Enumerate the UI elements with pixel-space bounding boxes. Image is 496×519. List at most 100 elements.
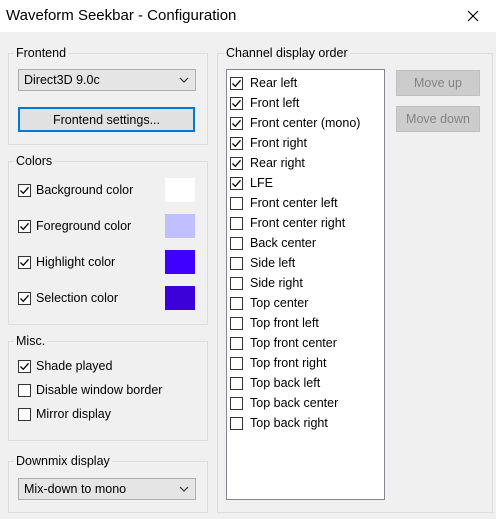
channel-checkbox[interactable] <box>230 237 243 250</box>
frontend-settings-button[interactable]: Frontend settings... <box>18 107 195 132</box>
channel-list-item[interactable]: Top back center <box>227 394 381 414</box>
channel-list-item[interactable]: Top front left <box>227 314 381 334</box>
channel-checkbox[interactable] <box>230 317 243 330</box>
channel-list-item[interactable]: Top back right <box>227 414 381 434</box>
color-swatch[interactable] <box>164 213 196 239</box>
frontend-select[interactable]: Direct3D 9.0c <box>18 69 196 91</box>
color-checkbox[interactable] <box>18 220 31 233</box>
channel-list-item[interactable]: Rear left <box>227 74 381 94</box>
checkmark-icon <box>232 139 241 148</box>
channel-checkbox[interactable] <box>230 77 243 90</box>
misc-group-label: Misc. <box>14 334 48 348</box>
channel-list-item[interactable]: Side right <box>227 274 381 294</box>
channel-checkbox[interactable] <box>230 337 243 350</box>
checkmark-icon <box>232 79 241 88</box>
color-checkbox[interactable] <box>18 256 31 269</box>
window-title: Waveform Seekbar - Configuration <box>6 7 237 24</box>
checkmark-icon <box>232 119 241 128</box>
misc-checkbox[interactable] <box>18 360 31 373</box>
channel-list-item[interactable]: Front center right <box>227 214 381 234</box>
channel-label: LFE <box>250 176 273 190</box>
channel-checkbox[interactable] <box>230 357 243 370</box>
color-label: Highlight color <box>36 255 116 269</box>
channel-checkbox[interactable] <box>230 397 243 410</box>
frontend-settings-label: Frontend settings... <box>52 112 160 127</box>
channel-label: Top front left <box>250 316 319 330</box>
move-up-button[interactable]: Move up <box>396 70 480 96</box>
channel-list-item[interactable]: Top center <box>227 294 381 314</box>
channel-label: Back center <box>250 236 317 250</box>
channel-checkbox[interactable] <box>230 417 243 430</box>
channel-list-item[interactable]: Front center (mono) <box>227 114 381 134</box>
checkmark-icon <box>20 258 29 267</box>
channel-list-item[interactable]: Back center <box>227 234 381 254</box>
channel-list-item[interactable]: Side left <box>227 254 381 274</box>
color-label: Background color <box>36 183 134 197</box>
channel-checkbox[interactable] <box>230 377 243 390</box>
frontend-select-value: Direct3D 9.0c <box>24 73 100 87</box>
checkmark-icon <box>232 159 241 168</box>
chevron-down-icon <box>179 77 189 83</box>
misc-label: Shade played <box>36 359 113 373</box>
channel-label: Front left <box>250 96 300 110</box>
channel-checkbox[interactable] <box>230 137 243 150</box>
channel-list-item[interactable]: Rear right <box>227 154 381 174</box>
chevron-down-icon <box>179 486 189 492</box>
channel-label: Rear left <box>250 76 298 90</box>
checkmark-icon <box>20 186 29 195</box>
move-down-button[interactable]: Move down <box>396 106 480 132</box>
close-button[interactable] <box>450 0 496 32</box>
channel-label: Side right <box>250 276 303 290</box>
channel-list-item[interactable]: Top front right <box>227 354 381 374</box>
color-swatch[interactable] <box>164 249 196 275</box>
channel-label: Front center left <box>250 196 338 210</box>
channel-label: Side left <box>250 256 296 270</box>
downmix-select-value: Mix-down to mono <box>24 482 127 496</box>
channel-list-item[interactable]: Front left <box>227 94 381 114</box>
checkmark-icon <box>232 99 241 108</box>
channel-label: Top center <box>250 296 309 310</box>
checkmark-icon <box>20 294 29 303</box>
channel-checkbox[interactable] <box>230 297 243 310</box>
misc-checkbox[interactable] <box>18 408 31 421</box>
channels-group-label: Channel display order <box>224 46 350 60</box>
channel-label: Front center (mono) <box>250 116 361 130</box>
channel-list-item[interactable]: LFE <box>227 174 381 194</box>
channel-label: Top back center <box>250 396 339 410</box>
downmix-group-label: Downmix display <box>14 454 112 468</box>
channel-list-item[interactable]: Front right <box>227 134 381 154</box>
channel-list-item[interactable]: Top back left <box>227 374 381 394</box>
downmix-select[interactable]: Mix-down to mono <box>18 478 196 500</box>
channel-label: Front center right <box>250 216 346 230</box>
channel-checkbox[interactable] <box>230 117 243 130</box>
misc-label: Disable window border <box>36 383 163 397</box>
channel-list-item[interactable]: Front center left <box>227 194 381 214</box>
channel-checkbox[interactable] <box>230 97 243 110</box>
misc-label: Mirror display <box>36 407 112 421</box>
channel-label: Top front right <box>250 356 327 370</box>
checkmark-icon <box>232 179 241 188</box>
channel-list[interactable]: Rear left Front left Front center (mono) Fr… <box>226 69 385 500</box>
color-checkbox[interactable] <box>18 184 31 197</box>
channel-checkbox[interactable] <box>230 257 243 270</box>
channel-checkbox[interactable] <box>230 197 243 210</box>
frontend-group-label: Frontend <box>14 46 69 60</box>
color-checkbox[interactable] <box>18 292 31 305</box>
channel-label: Front right <box>250 136 307 150</box>
checkmark-icon <box>20 222 29 231</box>
channel-label: Rear right <box>250 156 305 170</box>
channel-label: Top front center <box>250 336 337 350</box>
color-label: Foreground color <box>36 219 132 233</box>
move-down-label: Move down <box>406 112 470 126</box>
checkmark-icon <box>20 362 29 371</box>
misc-checkbox[interactable] <box>18 384 31 397</box>
color-swatch[interactable] <box>164 285 196 311</box>
channel-checkbox[interactable] <box>230 177 243 190</box>
channel-checkbox[interactable] <box>230 277 243 290</box>
channel-list-item[interactable]: Top front center <box>227 334 381 354</box>
channel-checkbox[interactable] <box>230 217 243 230</box>
channel-checkbox[interactable] <box>230 157 243 170</box>
color-swatch[interactable] <box>164 177 196 203</box>
close-icon <box>467 10 479 22</box>
color-label: Selection color <box>36 291 118 305</box>
